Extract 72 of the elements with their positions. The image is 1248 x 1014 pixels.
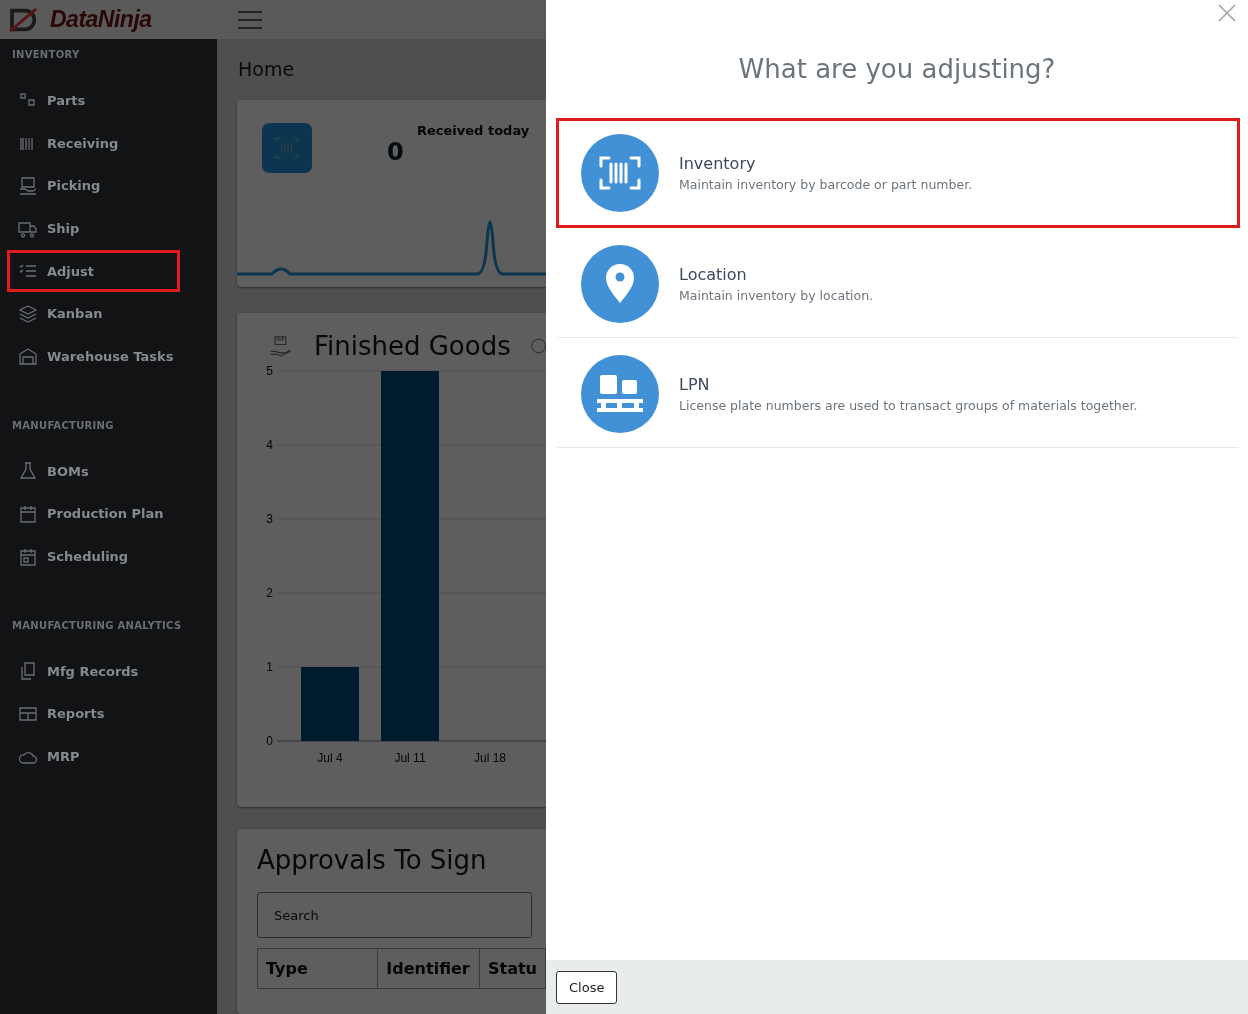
sidebar-item[interactable]: Warehouse Tasks xyxy=(7,335,180,378)
option-item[interactable]: LPN License plate numbers are used to transact groups of materials together. xyxy=(556,338,1240,448)
modal-title: What are you adjusting? xyxy=(737,54,1057,84)
option-title: LPN xyxy=(679,375,711,394)
column-header[interactable]: Statu xyxy=(480,949,545,988)
option-description: License plate numbers are used to transact groups of materials together. xyxy=(679,398,1138,413)
card-title: Approvals To Sign xyxy=(257,845,488,875)
sidebar-item[interactable]: Ship xyxy=(7,207,180,250)
option-item[interactable]: Location Maintain inventory by location. xyxy=(556,228,1240,338)
nav-icon xyxy=(18,661,38,682)
barcode-icon xyxy=(581,134,659,212)
sidebar-item[interactable]: Picking xyxy=(7,164,180,208)
sidebar-item[interactable]: MRP xyxy=(7,735,180,778)
map-pin-icon xyxy=(581,245,659,323)
nav-icon xyxy=(18,303,38,324)
sidebar-item[interactable]: Production Plan xyxy=(7,492,180,536)
axis-label: Jul 4 xyxy=(317,751,343,765)
sidebar-item[interactable]: Reports xyxy=(7,692,180,736)
pallet-icon xyxy=(581,355,659,433)
stat-value: 0 xyxy=(387,138,405,166)
page-title: Home xyxy=(238,58,296,80)
axis-tick: 2 xyxy=(266,586,273,600)
stat-label: Received today xyxy=(417,123,530,138)
option-description: Maintain inventory by barcode or part number. xyxy=(679,177,973,192)
close-button[interactable]: Close xyxy=(556,970,618,1004)
nav-label: Mfg Records xyxy=(47,663,139,679)
sidebar-item[interactable]: Mfg Records xyxy=(7,649,180,693)
axis-tick: 3 xyxy=(266,512,273,526)
column-header[interactable]: Identifier xyxy=(378,949,480,988)
sidebar-item[interactable]: Receiving xyxy=(7,121,180,165)
nav-label: Ship xyxy=(47,220,80,236)
card-title: Finished Goods xyxy=(313,331,511,361)
option-title: Inventory xyxy=(679,154,757,173)
nav-label: MRP xyxy=(47,749,80,765)
nav-label: Parts xyxy=(47,92,86,108)
nav-icon xyxy=(18,175,38,196)
nav-icon xyxy=(18,503,38,524)
option-item[interactable]: Inventory Maintain inventory by barcode or part number. xyxy=(556,118,1240,228)
sidebar-item[interactable]: Parts xyxy=(7,79,180,122)
menu-icon[interactable] xyxy=(238,9,262,30)
nav-label: Production Plan xyxy=(47,506,164,522)
sidebar-item[interactable]: Kanban xyxy=(7,292,180,336)
axis-label: Jul 18 xyxy=(474,751,506,765)
option-title: Location xyxy=(679,265,748,284)
nav-icon xyxy=(18,346,38,367)
nav-label: Picking xyxy=(47,178,101,194)
axis-tick: 4 xyxy=(266,438,273,452)
nav-label: BOMs xyxy=(47,463,89,479)
nav-label: Scheduling xyxy=(47,549,129,565)
brand-logo[interactable]: DataNinja xyxy=(50,6,152,33)
search-field[interactable]: Search xyxy=(257,892,532,938)
axis-tick: 0 xyxy=(266,734,273,748)
option-description: Maintain inventory by location. xyxy=(679,288,874,303)
nav-icon xyxy=(18,546,38,567)
nav-label: Warehouse Tasks xyxy=(47,348,174,364)
axis-label: Jul 11 xyxy=(394,751,426,765)
section-heading: INVENTORY xyxy=(11,49,81,62)
section-heading: MANUFACTURING ANALYTICS xyxy=(11,619,183,633)
sidebar-item[interactable]: BOMs xyxy=(7,449,180,493)
sidebar-item[interactable]: Scheduling xyxy=(7,535,180,578)
nav-icon xyxy=(18,461,38,482)
nav-label: Reports xyxy=(47,706,105,722)
nav-label: Receiving xyxy=(47,135,119,151)
close-icon[interactable] xyxy=(1218,4,1236,22)
sidebar-item[interactable]: Adjust xyxy=(7,249,180,293)
nav-label: Adjust xyxy=(47,263,95,279)
axis-tick: 1 xyxy=(266,660,273,674)
barcode-icon xyxy=(262,123,312,173)
section-heading: MANUFACTURING xyxy=(11,419,115,433)
axis-tick: 5 xyxy=(266,366,273,378)
column-header[interactable]: Type xyxy=(258,949,379,988)
nav-label: Kanban xyxy=(47,306,103,322)
